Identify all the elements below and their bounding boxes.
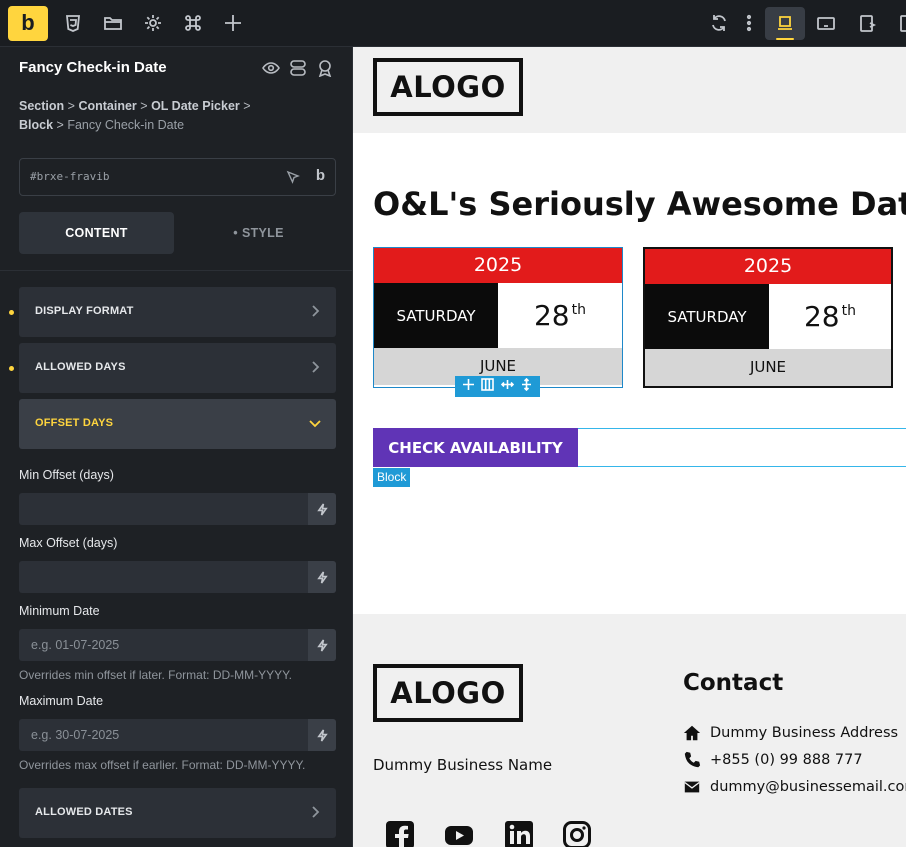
phone-row: +855 (0) 99 888 777 <box>683 751 863 769</box>
accordion-offset-days[interactable]: OFFSET DAYS <box>19 399 336 449</box>
dynamic-data-icon[interactable] <box>308 493 336 525</box>
folder-icon[interactable] <box>102 12 124 34</box>
day-number: 28th <box>803 300 856 333</box>
accordion-allowed-dates[interactable]: ALLOWED DATES <box>19 788 336 838</box>
dynamic-data-icon[interactable] <box>308 719 336 751</box>
maximum-date-label: Maximum Date <box>19 694 104 708</box>
business-name: Dummy Business Name <box>373 756 553 774</box>
breadcrumb: Section > Container > OL Date Picker > B… <box>19 99 251 132</box>
max-offset-label: Max Offset (days) <box>19 536 118 550</box>
tab-content[interactable]: CONTENT <box>19 212 174 254</box>
mobile-icon[interactable] <box>896 12 906 34</box>
minimum-date-label: Minimum Date <box>19 604 100 618</box>
tab-style[interactable]: • STYLE <box>181 212 336 254</box>
breadcrumb-current: Fancy Check-in Date <box>67 118 185 132</box>
builder-logo[interactable]: b <box>8 6 48 41</box>
min-offset-label: Min Offset (days) <box>19 468 114 482</box>
year: 2025 <box>374 248 622 283</box>
page-heading: O&L's Seriously Awesome Datepic <box>373 185 906 223</box>
accordion-allowed-days[interactable]: ALLOWED DAYS <box>19 343 336 393</box>
tablet-portrait-icon[interactable] <box>856 12 878 34</box>
element-settings-panel: Fancy Check-in Date Section > Container … <box>0 47 353 847</box>
maximum-date-hint: Overrides max offset if earlier. Format:… <box>19 758 306 772</box>
breadcrumb-item[interactable]: OL Date Picker <box>151 99 240 113</box>
command-icon[interactable] <box>182 12 204 34</box>
toggle-layout-icon[interactable] <box>289 59 307 77</box>
accordion-label: ALLOWED DAYS <box>35 361 126 373</box>
maximum-date-placeholder: e.g. 30-07-2025 <box>31 728 120 742</box>
refresh-icon[interactable] <box>708 12 730 34</box>
modified-dot <box>9 310 14 315</box>
resize-horizontal-icon[interactable] <box>500 378 514 396</box>
block-tag[interactable]: Block <box>373 468 411 487</box>
accordion-label: OFFSET DAYS <box>35 417 114 429</box>
breadcrumb-item[interactable]: Section <box>19 99 64 113</box>
facebook-icon[interactable] <box>385 820 415 847</box>
min-offset-input[interactable] <box>19 493 336 525</box>
accordion-label: DISPLAY FORMAT <box>35 305 134 317</box>
plus-icon[interactable] <box>222 12 244 34</box>
chevron-right-icon <box>308 360 322 374</box>
youtube-icon[interactable] <box>444 820 474 847</box>
instagram-icon[interactable] <box>562 820 592 847</box>
phone-icon <box>684 751 701 768</box>
address-row: Dummy Business Address <box>683 724 898 742</box>
accordion-display-format[interactable]: DISPLAY FORMAT <box>19 287 336 337</box>
cursor-icon[interactable] <box>286 170 300 184</box>
max-offset-input[interactable] <box>19 561 336 593</box>
tablet-landscape-icon[interactable] <box>815 12 837 34</box>
preview-canvas: ALOGO O&L's Seriously Awesome Datepic 20… <box>353 47 906 847</box>
check-availability-button[interactable]: CHECK AVAILABILITY <box>373 428 578 467</box>
site-footer: ALOGO Dummy Business Name Contact Dummy … <box>353 614 906 847</box>
badge-icon[interactable] <box>316 59 334 78</box>
minimum-date-input[interactable]: e.g. 01-07-2025 <box>19 629 336 661</box>
envelope-icon <box>684 781 700 793</box>
css-id-value: #brxe-fravib <box>30 170 110 183</box>
site-logo[interactable]: ALOGO <box>373 58 523 116</box>
divider <box>0 270 353 271</box>
eye-icon[interactable] <box>262 59 280 77</box>
tab-style-label: STYLE <box>241 226 284 240</box>
footer-logo[interactable]: ALOGO <box>373 664 523 722</box>
chevron-right-icon <box>308 304 322 318</box>
modified-dot <box>9 366 14 371</box>
active-indicator <box>776 38 794 40</box>
weekday: SATURDAY <box>645 284 769 349</box>
settings-gear-icon[interactable] <box>142 12 164 34</box>
css3-icon[interactable] <box>62 12 84 34</box>
datepicker-card[interactable]: 2025 SATURDAY 28th JUNE <box>373 247 623 388</box>
breadcrumb-item[interactable]: Container <box>78 99 136 113</box>
maximum-date-input[interactable]: e.g. 30-07-2025 <box>19 719 336 751</box>
resize-vertical-icon[interactable] <box>520 377 533 396</box>
columns-icon[interactable] <box>481 377 495 396</box>
css-id-field[interactable]: #brxe-fravib b <box>19 158 336 196</box>
linkedin-icon[interactable] <box>504 820 534 847</box>
dynamic-data-icon[interactable] <box>308 561 336 593</box>
contact-heading: Contact <box>683 670 784 696</box>
laptop-icon <box>774 12 796 34</box>
minimum-date-hint: Overrides min offset if later. Format: D… <box>19 668 292 682</box>
element-title: Fancy Check-in Date <box>19 59 167 76</box>
datepicker-card[interactable]: 2025 SATURDAY 28th JUNE <box>643 247 893 388</box>
accordion-label: ALLOWED DATES <box>35 806 133 818</box>
minimum-date-placeholder: e.g. 01-07-2025 <box>31 638 120 652</box>
breadcrumb-item[interactable]: Block <box>19 118 53 132</box>
more-vertical-icon[interactable] <box>738 12 760 34</box>
site-header: ALOGO <box>353 47 906 133</box>
dynamic-data-icon[interactable] <box>308 629 336 661</box>
chevron-right-icon <box>308 805 322 819</box>
add-icon[interactable] <box>462 378 475 396</box>
weekday: SATURDAY <box>374 283 498 348</box>
home-icon <box>683 725 701 741</box>
day-number: 28th <box>533 299 586 332</box>
chevron-down-icon <box>308 416 322 430</box>
top-toolbar: b <box>0 0 906 47</box>
month: JUNE <box>645 349 891 386</box>
email-row: dummy@businessemail.com <box>683 778 906 796</box>
element-toolbar <box>455 376 540 397</box>
bricks-b-icon[interactable]: b <box>316 167 325 184</box>
year: 2025 <box>645 249 891 284</box>
